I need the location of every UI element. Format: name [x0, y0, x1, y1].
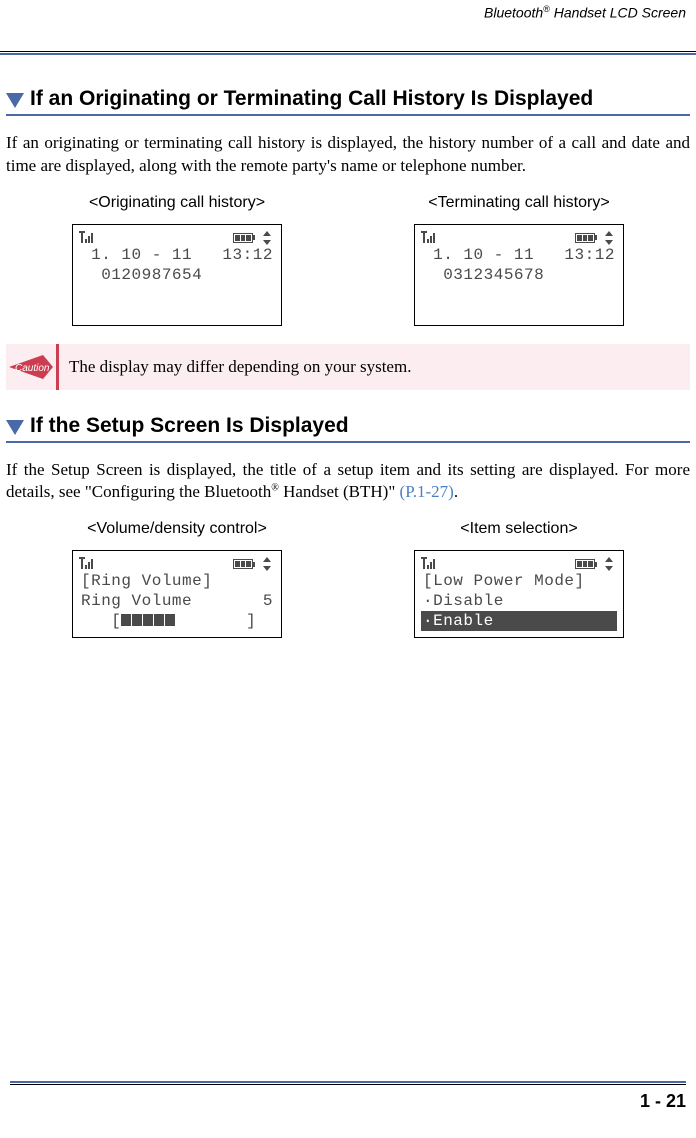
battery-arrows — [575, 231, 615, 245]
down-triangle-icon — [6, 420, 24, 435]
originating-lcd: 1. 10 - 11 13:12 0120987654 — [72, 224, 282, 326]
lcd-icons — [81, 231, 273, 245]
updown-icon — [601, 557, 615, 571]
section1-heading-row: If an Originating or Terminating Call Hi… — [6, 87, 690, 116]
volume-caption: <Volume/density control> — [87, 520, 267, 538]
signal-icon — [81, 559, 93, 569]
section1-body: If an originating or terminating call hi… — [6, 132, 690, 178]
caution-text: The display may differ depending on your… — [69, 344, 411, 390]
lcd-icons — [423, 231, 615, 245]
down-triangle-icon — [6, 93, 24, 108]
signal-icon — [81, 233, 93, 243]
volume-lcd: [Ring Volume] Ring Volume 5 [ ] — [72, 550, 282, 638]
updown-icon — [601, 231, 615, 245]
updown-icon — [259, 231, 273, 245]
battery-arrows — [233, 231, 273, 245]
section2-body: If the Setup Screen is displayed, the ti… — [6, 459, 690, 505]
battery-arrows — [575, 557, 615, 571]
section2-heading-row: If the Setup Screen Is Displayed — [6, 414, 690, 443]
terminating-lcd: 1. 10 - 11 13:12 0312345678 — [414, 224, 624, 326]
caution-badge: Caution — [6, 344, 56, 390]
caution-label: Caution — [15, 363, 50, 374]
caution-bar — [56, 344, 59, 390]
lcd-icons — [81, 557, 273, 571]
battery-icon — [233, 233, 253, 243]
vol-bracket-close: ] — [175, 612, 256, 630]
originating-lcd-line1: 1. 10 - 11 13:12 — [81, 245, 273, 265]
item-lcd: [Low Power Mode] ·Disable ·Enable — [414, 550, 624, 638]
section1-heading: If an Originating or Terminating Call Hi… — [30, 87, 593, 111]
section2-body-post: Handset (BTH)" — [279, 482, 400, 501]
signal-icon — [423, 233, 435, 243]
item-block: <Item selection> [Low Power Mode] ·Disab… — [414, 520, 624, 638]
battery-arrows — [233, 557, 273, 571]
volume-line1: [Ring Volume] — [81, 571, 273, 591]
section2-screens: <Volume/density control> [Ring Volume] R… — [6, 520, 690, 638]
terminating-caption: <Terminating call history> — [428, 194, 609, 212]
section2-body-sup: ® — [271, 483, 279, 494]
item-line3-wrap: ·Enable — [423, 611, 615, 631]
volume-line2: Ring Volume 5 — [81, 591, 273, 611]
originating-caption: <Originating call history> — [89, 194, 265, 212]
originating-lcd-line2: 0120987654 — [81, 265, 273, 285]
battery-icon — [233, 559, 253, 569]
vol-bracket-open: [ — [81, 612, 121, 630]
battery-icon — [575, 559, 595, 569]
lcd-icons — [423, 557, 615, 571]
battery-icon — [575, 233, 595, 243]
caution-icon: Caution — [7, 351, 55, 383]
section2-heading: If the Setup Screen Is Displayed — [30, 414, 349, 438]
signal-icon — [423, 559, 435, 569]
terminating-lcd-line1: 1. 10 - 11 13:12 — [423, 245, 615, 265]
item-line1: [Low Power Mode] — [423, 571, 615, 591]
page-footer: 1 - 21 — [0, 1081, 696, 1112]
terminating-lcd-line2: 0312345678 — [423, 265, 615, 285]
item-caption: <Item selection> — [460, 520, 577, 538]
updown-icon — [259, 557, 273, 571]
caution-box: Caution The display may differ depending… — [6, 344, 690, 390]
volume-line3: [ ] — [81, 611, 273, 631]
originating-block: <Originating call history> 1. 10 - 11 13… — [72, 194, 282, 326]
page-number: 1 - 21 — [10, 1091, 686, 1112]
section2-body-end: . — [454, 482, 458, 501]
header-pre: Bluetooth — [484, 5, 543, 21]
item-line3: ·Enable — [421, 611, 617, 631]
volume-block: <Volume/density control> [Ring Volume] R… — [72, 520, 282, 638]
header-sup: ® — [543, 4, 550, 14]
section1-screens: <Originating call history> 1. 10 - 11 13… — [6, 194, 690, 326]
footer-rule — [10, 1081, 686, 1085]
volume-bar-icon — [121, 614, 175, 626]
page-ref-link[interactable]: (P.1-27) — [400, 482, 454, 501]
terminating-block: <Terminating call history> 1. 10 - 11 13… — [414, 194, 624, 326]
header-post: Handset LCD Screen — [550, 5, 686, 21]
item-line2: ·Disable — [423, 591, 615, 611]
running-header: Bluetooth® Handset LCD Screen — [0, 0, 696, 23]
